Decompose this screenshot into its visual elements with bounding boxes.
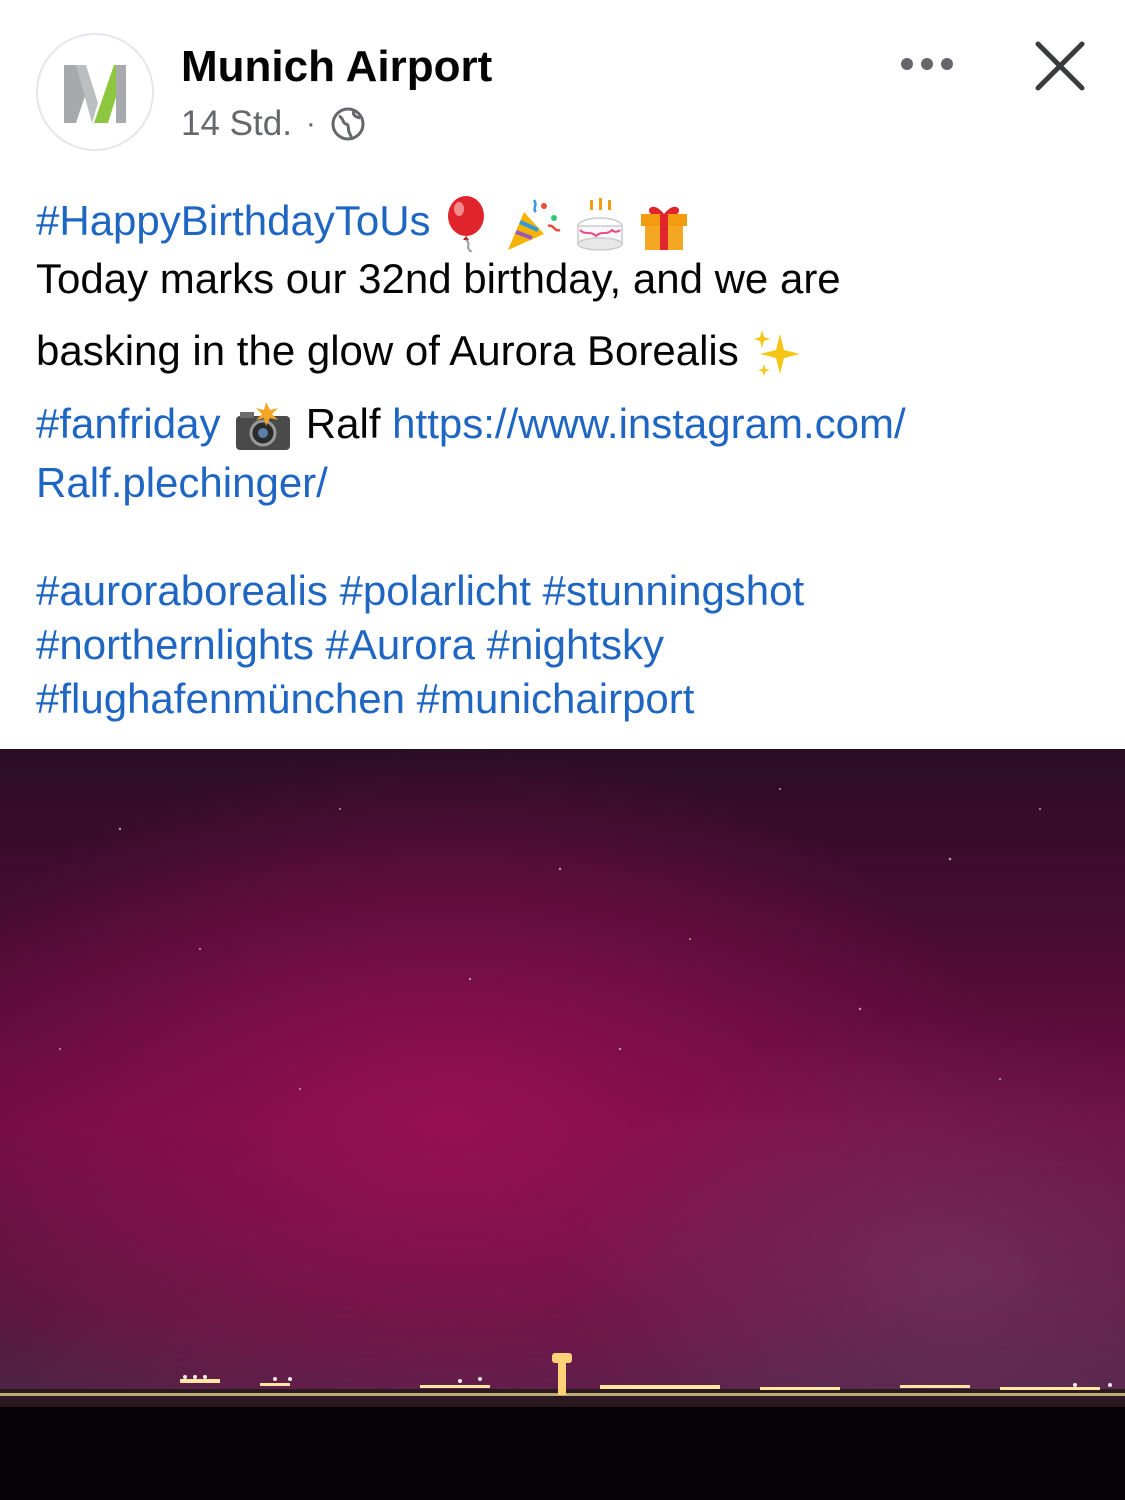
- balloon-icon: [448, 196, 485, 252]
- hashtag-line-1: #aurorаborealis #polarlicht #stunningsho…: [36, 570, 804, 612]
- hashtag-northernlights[interactable]: #northernlights: [36, 621, 314, 668]
- post-header: Munich Airport 14 Std. ·: [0, 0, 1125, 170]
- post-photo[interactable]: [0, 749, 1125, 1500]
- party-popper-icon: [507, 199, 561, 250]
- hashtag-fanfriday[interactable]: #fanfriday: [36, 400, 220, 447]
- post-text-line-1: Today marks our 32nd birthday, and we ar…: [36, 255, 841, 302]
- hashtag-line-2: #northernlights #Aurora #nightsky: [36, 624, 664, 666]
- hashtag-stunningshot[interactable]: #stunningshot: [543, 567, 805, 614]
- birthday-line: #HappyBirthdayToUs: [36, 196, 691, 252]
- page-avatar[interactable]: [36, 33, 154, 151]
- hashtag-auroraborealis[interactable]: #aurorаborealis: [36, 567, 328, 614]
- sparkles-icon: [754, 330, 801, 376]
- gift-icon: [641, 206, 688, 250]
- globe-icon: [331, 107, 365, 141]
- credit-name: Ralf: [305, 400, 381, 448]
- page-name[interactable]: Munich Airport: [181, 42, 492, 92]
- hashtag-aurora[interactable]: #Aurora: [326, 621, 475, 668]
- close-icon[interactable]: [1030, 36, 1090, 96]
- camera-flash-icon: [236, 402, 291, 450]
- more-options-icon[interactable]: [896, 42, 958, 86]
- credit-line: #fanfriday Ralf https://www.instagram.co…: [36, 400, 906, 454]
- post-timestamp[interactable]: 14 Std.: [181, 104, 292, 144]
- meta-separator: ·: [305, 107, 316, 140]
- birthday-cake-icon: [576, 198, 623, 251]
- aurora-photo-image: [0, 749, 1125, 1500]
- hashtag-munichairport[interactable]: #munichairport: [417, 675, 695, 722]
- munich-airport-logo-icon: [64, 65, 126, 123]
- post-text-line-2-wrap: basking in the glow of Aurora Borealis: [36, 326, 806, 382]
- post-text-line-2: basking in the glow of Aurora Borealis: [36, 327, 739, 375]
- hashtag-line-3: #flughafenmünchen #munichairport: [36, 678, 694, 720]
- instagram-link-part-1[interactable]: https://www.instagram.com/: [392, 400, 906, 447]
- hashtag-nightsky[interactable]: #nightsky: [487, 621, 664, 668]
- hashtag-polarlicht[interactable]: #polarlicht: [340, 567, 531, 614]
- instagram-link-part-2[interactable]: Ralf.plechinger/: [36, 459, 328, 506]
- post-meta: 14 Std. ·: [181, 104, 366, 144]
- hashtag-flughafenmuenchen[interactable]: #flughafenmünchen: [36, 675, 405, 722]
- instagram-link-part-2-wrap: Ralf.plechinger/: [36, 462, 328, 504]
- hashtag-happybirthdaytous[interactable]: #HappyBirthdayToUs: [36, 197, 431, 244]
